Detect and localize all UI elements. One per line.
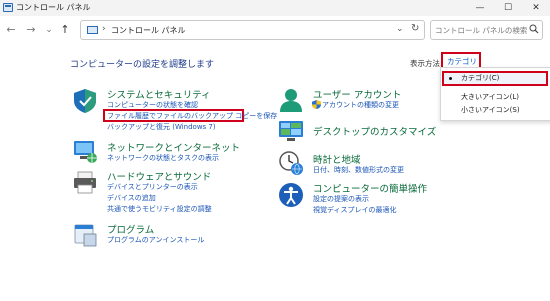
- recent-locations-button[interactable]: ⌄: [42, 23, 56, 37]
- category-desktop-customization[interactable]: デスクトップのカスタマイズ: [313, 124, 436, 138]
- link-change-account-type[interactable]: アカウントの種類の変更: [322, 100, 399, 110]
- category-hardware-sound[interactable]: ハードウェアとサウンド: [107, 169, 211, 183]
- close-button[interactable]: ✕: [522, 0, 550, 16]
- search-icon[interactable]: [529, 24, 539, 34]
- printer-icon[interactable]: [72, 170, 98, 196]
- network-icon[interactable]: [72, 138, 98, 164]
- search-input[interactable]: [435, 24, 527, 37]
- link-backup-restore-win7[interactable]: バックアップと復元 (Windows 7): [107, 122, 216, 132]
- category-ease-of-access[interactable]: コンピューターの簡単操作: [313, 181, 427, 195]
- minimize-button[interactable]: —: [466, 0, 494, 16]
- breadcrumb-control-panel[interactable]: コントロール パネル: [111, 25, 186, 36]
- address-dropdown-button[interactable]: ⌄: [396, 24, 404, 34]
- link-suggested-settings[interactable]: 設定の提案の表示: [313, 194, 369, 204]
- breadcrumb-separator: ›: [102, 24, 106, 34]
- shield-icon[interactable]: [72, 88, 98, 114]
- back-button[interactable]: ←: [4, 23, 18, 37]
- menu-item-label: カテゴリ(C): [461, 74, 500, 82]
- link-date-time-format[interactable]: 日付、時刻、数値形式の変更: [313, 165, 404, 175]
- maximize-button[interactable]: ☐: [494, 0, 522, 16]
- navigation-bar: ← → ⌄ ↑ › コントロール パネル ⌄ ↻: [0, 16, 550, 44]
- category-system-security[interactable]: システムとセキュリティ: [107, 87, 211, 101]
- link-devices-printers[interactable]: デバイスとプリンターの表示: [107, 182, 198, 192]
- menu-item-large-icons[interactable]: 大きいアイコン(L): [441, 91, 550, 104]
- radio-bullet-icon: [449, 77, 452, 80]
- window-title: コントロール パネル: [16, 3, 91, 12]
- link-uninstall-program[interactable]: プログラムのアンインストール: [107, 235, 204, 245]
- user-accounts-icon[interactable]: [278, 87, 304, 113]
- forward-button[interactable]: →: [24, 23, 38, 37]
- title-bar: コントロール パネル — ☐ ✕: [0, 0, 550, 16]
- category-programs[interactable]: プログラム: [107, 222, 154, 236]
- link-network-status-tasks[interactable]: ネットワークの状態とタスクの表示: [107, 153, 219, 163]
- menu-item-category[interactable]: カテゴリ(C): [441, 72, 550, 85]
- link-optimize-display[interactable]: 視覚ディスプレイの最適化: [313, 205, 397, 215]
- link-mobility-settings[interactable]: 共通で使うモビリティ設定の調整: [107, 204, 212, 214]
- address-bar[interactable]: › コントロール パネル ⌄ ↻: [80, 20, 425, 40]
- desktop-personalization-icon[interactable]: [278, 118, 304, 144]
- category-network-internet[interactable]: ネットワークとインターネット: [107, 140, 240, 154]
- control-panel-icon: [3, 3, 13, 12]
- search-box[interactable]: [430, 20, 543, 40]
- uac-shield-icon: [312, 100, 321, 109]
- view-by-label: 表示方法:: [410, 59, 443, 68]
- programs-icon[interactable]: [72, 222, 98, 248]
- clock-region-icon[interactable]: [278, 150, 304, 176]
- view-by-menu: カテゴリ(C) 大きいアイコン(L) 小さいアイコン(S): [440, 67, 550, 121]
- ease-of-access-icon[interactable]: [278, 182, 304, 208]
- link-file-history-backup[interactable]: ファイル履歴でファイルのバックアップ コピーを保存: [107, 111, 277, 121]
- category-clock-region[interactable]: 時計と地域: [313, 152, 361, 166]
- link-add-device[interactable]: デバイスの追加: [107, 193, 156, 203]
- control-panel-icon: [87, 26, 98, 34]
- menu-item-small-icons[interactable]: 小さいアイコン(S): [441, 104, 550, 117]
- page-title: コンピューターの設定を調整します: [70, 60, 215, 70]
- category-user-accounts[interactable]: ユーザー アカウント: [313, 87, 401, 101]
- refresh-button[interactable]: ↻: [411, 23, 419, 34]
- up-button[interactable]: ↑: [58, 23, 72, 37]
